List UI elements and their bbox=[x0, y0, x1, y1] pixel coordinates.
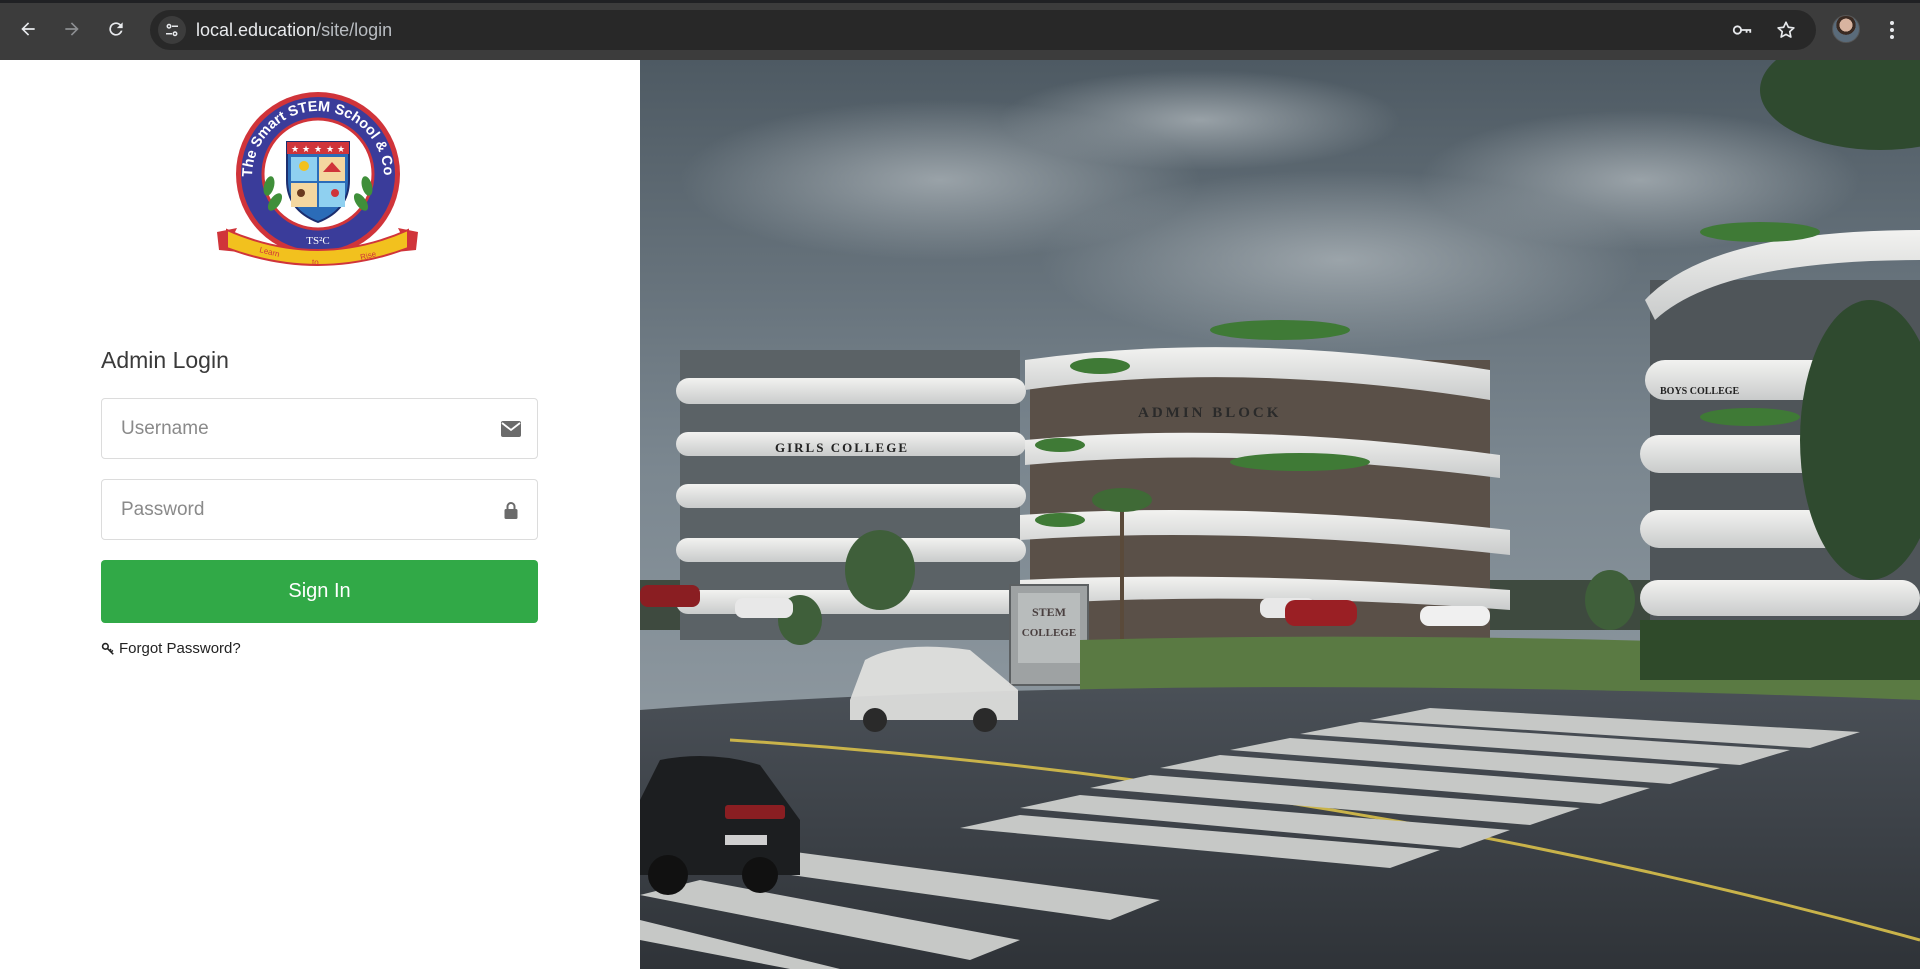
girls-college-sign: GIRLS COLLEGE bbox=[775, 440, 909, 455]
svg-text:★: ★ bbox=[291, 144, 299, 154]
arrow-left-icon bbox=[21, 22, 35, 36]
gate-sign-line-1: STEM bbox=[1032, 605, 1066, 619]
password-manager-button[interactable] bbox=[1730, 18, 1754, 42]
forgot-password-label: Forgot Password? bbox=[119, 640, 241, 657]
url-text[interactable]: local.education/site/login bbox=[196, 20, 392, 41]
svg-text:★: ★ bbox=[302, 144, 310, 154]
tune-icon bbox=[166, 23, 178, 37]
svg-text:★: ★ bbox=[337, 144, 345, 154]
profile-avatar[interactable] bbox=[1832, 15, 1860, 43]
sign-in-button[interactable]: Sign In bbox=[101, 560, 538, 623]
username-input[interactable] bbox=[102, 399, 537, 458]
login-title: Admin Login bbox=[101, 347, 229, 373]
girls-college-building: GIRLS COLLEGE bbox=[676, 350, 1026, 640]
lock-icon bbox=[499, 499, 523, 521]
reload-icon bbox=[109, 22, 123, 36]
logo-ribbon-word-2: to bbox=[312, 258, 319, 267]
kebab-menu-icon[interactable] bbox=[1880, 15, 1904, 45]
reload-button[interactable] bbox=[101, 14, 131, 44]
url-path: /site/login bbox=[316, 20, 393, 40]
forgot-password-link[interactable]: Forgot Password? bbox=[101, 640, 241, 657]
gate-sign-line-2: COLLEGE bbox=[1022, 627, 1076, 639]
url-host: local.education bbox=[196, 20, 317, 40]
star-icon bbox=[1777, 21, 1795, 38]
envelope-icon bbox=[499, 418, 523, 440]
address-bar[interactable]: local.education/site/login bbox=[150, 10, 1816, 50]
admin-block-sign: ADMIN BLOCK bbox=[1138, 405, 1281, 421]
boys-college-sign: BOYS COLLEGE bbox=[1660, 386, 1740, 397]
logo-initials: TS²C bbox=[306, 235, 329, 247]
school-logo: ★★★★★ The Smart STEM School & College TS… bbox=[215, 82, 418, 267]
login-panel: ★★★★★ The Smart STEM School & College TS… bbox=[0, 60, 640, 969]
password-field[interactable] bbox=[101, 479, 538, 540]
campus-hero-image: GIRLS COLLEGE ADMIN BLOCK BOYS COLLEGE S… bbox=[640, 60, 1920, 969]
key-icon bbox=[101, 642, 114, 655]
browser-toolbar: local.education/site/login bbox=[0, 0, 1920, 60]
bookmark-button[interactable] bbox=[1774, 18, 1798, 42]
svg-text:★: ★ bbox=[314, 144, 322, 154]
svg-text:★: ★ bbox=[326, 144, 334, 154]
key-icon bbox=[1732, 25, 1752, 35]
tab-strip-edge bbox=[0, 0, 1920, 3]
stem-college-gate: STEM COLLEGE bbox=[1009, 584, 1089, 686]
arrow-right-icon bbox=[65, 22, 79, 36]
site-info-button[interactable] bbox=[158, 16, 186, 44]
back-button[interactable] bbox=[13, 14, 43, 44]
hedge bbox=[1640, 620, 1920, 680]
forward-button[interactable] bbox=[57, 14, 87, 44]
password-input[interactable] bbox=[102, 480, 537, 539]
username-field[interactable] bbox=[101, 398, 538, 459]
